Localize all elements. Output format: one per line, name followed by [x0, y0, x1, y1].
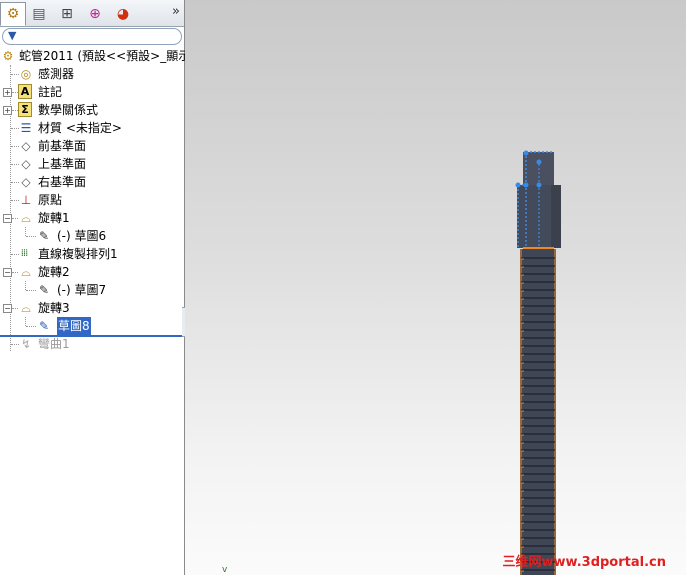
tree-item-revolve3[interactable]: − ⌓ 旋轉3	[0, 299, 184, 317]
collar-shade	[551, 185, 561, 248]
tree-item-label: (-) 草圖7	[57, 283, 107, 297]
annotations-icon: A	[18, 84, 32, 99]
tree-root-label: 蛇管2011 (預設<<預設>_顯示	[19, 49, 191, 63]
tree-item-label: 旋轉1	[38, 211, 70, 225]
sketch-point	[536, 182, 542, 188]
filter-input[interactable]: ▼	[2, 28, 182, 45]
collapse-toggle[interactable]: −	[3, 304, 12, 313]
plane-icon: ◇	[21, 175, 31, 189]
tree-item-revolve1[interactable]: − ⌓ 旋轉1	[0, 209, 184, 227]
tree-item-label: 前基準面	[38, 139, 87, 153]
tree-item-label: 感測器	[38, 67, 75, 81]
tree-item-front-plane[interactable]: ◇ 前基準面	[0, 137, 184, 155]
tree-item-linear-pattern1[interactable]: ⁞⁞⁞ 直線複製排列1	[0, 245, 184, 263]
tree-item-top-plane[interactable]: ◇ 上基準面	[0, 155, 184, 173]
tree-item-label: 草圖8	[57, 317, 91, 335]
tree-item-label: 旋轉3	[38, 301, 70, 315]
part-icon: ⚙	[2, 49, 14, 63]
tree-item-label: 材質 <未指定>	[38, 121, 122, 135]
plane-icon: ◇	[21, 139, 31, 153]
collapse-toggle[interactable]: −	[3, 268, 12, 277]
display-manager-icon: ◕	[116, 6, 130, 22]
tree-root-part[interactable]: ⚙ 蛇管2011 (預設<<預設>_顯示	[0, 47, 191, 65]
tree-item-right-plane[interactable]: ◇ 右基準面	[0, 173, 184, 191]
revolve-icon: ⌓	[21, 301, 31, 315]
tree-item-equations[interactable]: + Σ 數學關係式	[0, 101, 184, 119]
tree-item-material[interactable]: ☰ 材質 <未指定>	[0, 119, 184, 137]
revolve-icon: ⌓	[21, 211, 31, 225]
dimxpert-tab[interactable]: ⊕	[82, 2, 108, 26]
dimxpert-icon: ⊕	[89, 6, 101, 22]
tree-item-label: 彎曲1	[38, 337, 70, 351]
plane-icon: ◇	[21, 157, 31, 171]
filter-bar: ▼	[0, 27, 184, 47]
collapse-toggle[interactable]: −	[3, 214, 12, 223]
sketch-icon: ✎	[38, 229, 50, 243]
sketch-point	[523, 182, 529, 188]
reference-triad: v	[222, 565, 228, 575]
sketch-point	[523, 150, 529, 156]
watermark-text: 三维网www.3dportal.cn	[502, 555, 666, 570]
tree-item-label: 直線複製排列1	[38, 247, 118, 261]
configuration-icon: ⊞	[61, 6, 73, 22]
configurationmanager-tab[interactable]: ⊞	[54, 2, 80, 26]
tab-overflow-button[interactable]: »	[172, 4, 180, 19]
tree-item-revolve2[interactable]: − ⌓ 旋轉2	[0, 263, 184, 281]
tree-item-sketch7[interactable]: ✎ (-) 草圖7	[0, 281, 184, 299]
origin-icon: ⊥	[20, 193, 32, 207]
material-icon: ☰	[20, 121, 32, 135]
sensor-icon: ◎	[20, 67, 32, 81]
property-icon: ▤	[32, 6, 46, 22]
tree-item-label: 註記	[38, 85, 63, 99]
sketch-icon: ✎	[38, 319, 50, 333]
revolve-icon: ⌓	[21, 265, 31, 279]
feature-tree-icon: ⚙	[6, 6, 20, 22]
tree-item-label: 旋轉2	[38, 265, 70, 279]
graphics-area[interactable]: 三维网www.3dportal.cn	[185, 0, 686, 575]
equations-icon: Σ	[18, 102, 32, 117]
expand-toggle[interactable]: +	[3, 106, 12, 115]
propertymanager-tab[interactable]: ▤	[26, 2, 52, 26]
featuremanager-tab[interactable]: ⚙	[0, 2, 26, 26]
model-view	[515, 150, 561, 575]
tree-item-label: (-) 草圖6	[57, 229, 107, 243]
sketch-point	[536, 159, 542, 165]
tree-item-label: 數學關係式	[38, 103, 99, 117]
linear-pattern-icon: ⁞⁞⁞	[20, 248, 29, 259]
tree-item-sketch6[interactable]: ✎ (-) 草圖6	[0, 227, 184, 245]
tree-item-sketch8[interactable]: ✎ 草圖8	[0, 317, 182, 337]
sketch-icon: ✎	[38, 283, 50, 297]
tree-item-sensors[interactable]: ◎ 感測器	[0, 65, 184, 83]
filter-icon: ▼	[8, 29, 17, 42]
manager-tab-bar: ⚙ ▤ ⊞ ⊕ ◕ »	[0, 0, 184, 27]
sketch-point	[515, 182, 521, 188]
tree-item-label: 原點	[38, 193, 63, 207]
tree-item-label: 上基準面	[38, 157, 87, 171]
tree-item-flex1[interactable]: ↯ 彎曲1	[0, 335, 184, 353]
tree-item-annotations[interactable]: + A 註記	[0, 83, 184, 101]
feature-manager-panel: ⚙ ▤ ⊞ ⊕ ◕ » ▼ ⚙ 蛇管2011 (預設<<預設>_顯示 ◎ 感測器…	[0, 0, 192, 575]
tree-item-origin[interactable]: ⊥ 原點	[0, 191, 184, 209]
tree-item-label: 右基準面	[38, 175, 87, 189]
expand-toggle[interactable]: +	[3, 88, 12, 97]
display-manager-tab[interactable]: ◕	[110, 2, 136, 26]
flex-icon: ↯	[20, 337, 32, 351]
